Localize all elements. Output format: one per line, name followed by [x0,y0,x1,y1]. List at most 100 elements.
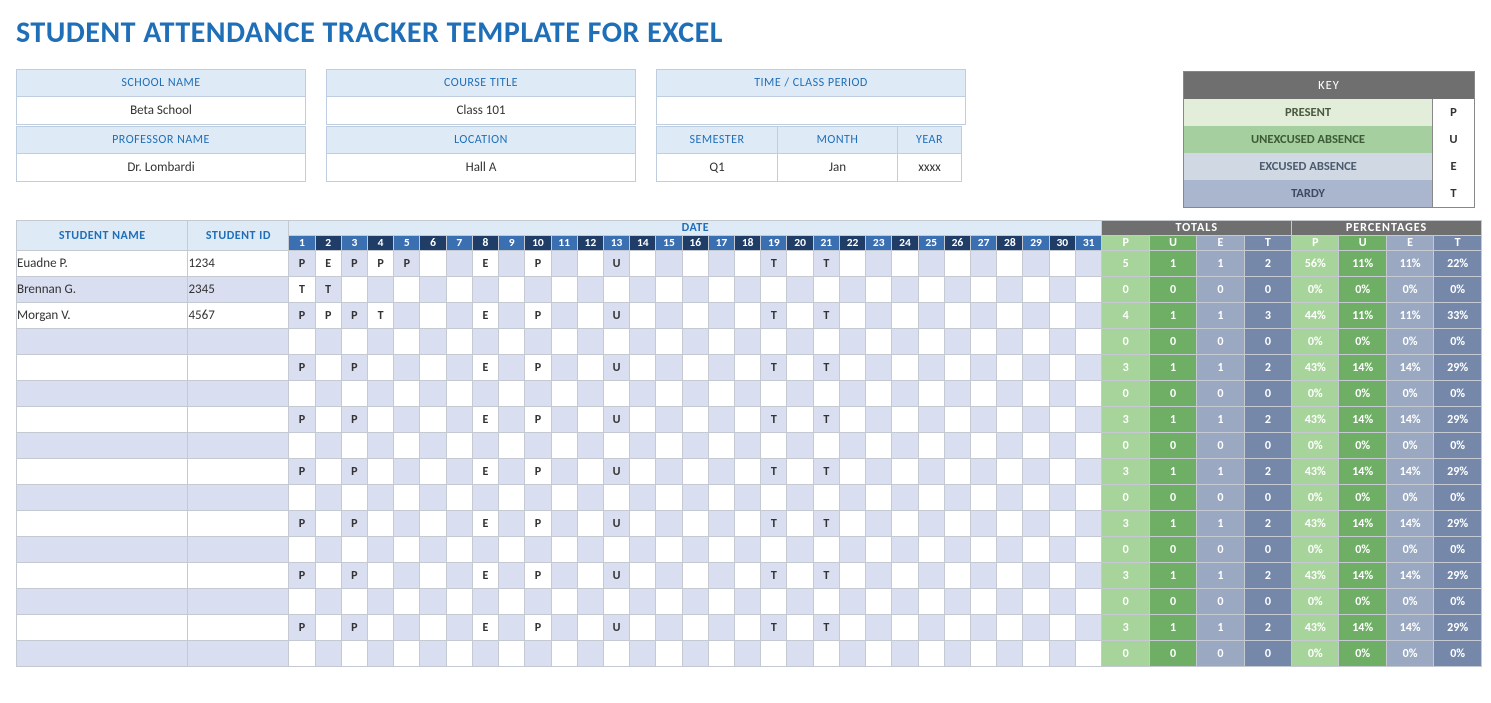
att-cell[interactable]: P [394,251,420,277]
att-cell[interactable]: U [603,511,629,537]
att-cell[interactable] [656,433,682,459]
att-cell[interactable] [892,459,918,485]
att-cell[interactable] [603,433,629,459]
att-cell[interactable]: T [813,563,839,589]
att-cell[interactable] [892,615,918,641]
att-cell[interactable] [892,355,918,381]
att-cell[interactable]: T [761,511,787,537]
att-cell[interactable] [446,485,472,511]
att-cell[interactable]: P [315,303,341,329]
att-cell[interactable]: P [341,251,367,277]
att-cell[interactable]: P [341,407,367,433]
att-cell[interactable]: E [472,615,498,641]
att-cell[interactable] [446,537,472,563]
att-cell[interactable] [1023,277,1049,303]
att-cell[interactable] [341,485,367,511]
att-cell[interactable] [394,329,420,355]
att-cell[interactable] [499,381,525,407]
att-cell[interactable] [367,615,393,641]
att-cell[interactable] [551,303,577,329]
att-cell[interactable]: T [761,615,787,641]
att-cell[interactable] [735,433,761,459]
att-cell[interactable] [656,251,682,277]
att-cell[interactable] [341,589,367,615]
att-cell[interactable] [1023,537,1049,563]
att-cell[interactable] [446,407,472,433]
att-cell[interactable] [944,511,970,537]
att-cell[interactable] [420,511,446,537]
att-cell[interactable] [577,615,603,641]
att-cell[interactable]: P [341,615,367,641]
att-cell[interactable] [1075,641,1102,667]
att-cell[interactable] [315,329,341,355]
att-cell[interactable] [394,641,420,667]
att-cell[interactable] [656,303,682,329]
att-cell[interactable] [997,563,1023,589]
att-cell[interactable] [892,433,918,459]
att-cell[interactable] [997,433,1023,459]
att-cell[interactable]: T [813,511,839,537]
att-cell[interactable] [1049,277,1075,303]
att-cell[interactable] [551,329,577,355]
student-id[interactable] [188,485,289,511]
att-cell[interactable] [708,355,734,381]
att-cell[interactable] [1075,511,1102,537]
att-cell[interactable] [971,303,997,329]
att-cell[interactable] [630,251,656,277]
att-cell[interactable] [367,537,393,563]
att-cell[interactable] [997,251,1023,277]
att-cell[interactable] [892,381,918,407]
att-cell[interactable] [630,537,656,563]
student-id[interactable] [188,615,289,641]
att-cell[interactable] [1075,615,1102,641]
att-cell[interactable] [971,459,997,485]
att-cell[interactable]: T [315,277,341,303]
att-cell[interactable]: T [761,459,787,485]
att-cell[interactable] [577,511,603,537]
att-cell[interactable] [630,277,656,303]
att-cell[interactable] [577,407,603,433]
student-name[interactable] [17,433,188,459]
att-cell[interactable] [525,277,551,303]
att-cell[interactable] [839,329,865,355]
att-cell[interactable] [813,381,839,407]
att-cell[interactable]: U [603,251,629,277]
att-cell[interactable] [997,511,1023,537]
att-cell[interactable] [866,563,892,589]
att-cell[interactable] [892,303,918,329]
att-cell[interactable] [656,459,682,485]
att-cell[interactable] [551,277,577,303]
att-cell[interactable] [551,433,577,459]
att-cell[interactable] [630,433,656,459]
att-cell[interactable]: P [525,407,551,433]
att-cell[interactable] [708,615,734,641]
att-cell[interactable] [1075,485,1102,511]
att-cell[interactable] [394,459,420,485]
att-cell[interactable] [1075,251,1102,277]
att-cell[interactable] [315,511,341,537]
att-cell[interactable] [603,329,629,355]
att-cell[interactable] [446,589,472,615]
att-cell[interactable] [577,381,603,407]
att-cell[interactable] [761,329,787,355]
att-cell[interactable] [341,641,367,667]
att-cell[interactable] [866,485,892,511]
att-cell[interactable] [682,407,708,433]
att-cell[interactable] [839,563,865,589]
att-cell[interactable] [918,277,944,303]
att-cell[interactable]: T [813,615,839,641]
att-cell[interactable] [367,381,393,407]
att-cell[interactable] [839,277,865,303]
student-name[interactable] [17,589,188,615]
att-cell[interactable]: E [472,303,498,329]
att-cell[interactable] [499,511,525,537]
att-cell[interactable] [1049,589,1075,615]
att-cell[interactable] [682,381,708,407]
att-cell[interactable] [394,615,420,641]
att-cell[interactable] [367,641,393,667]
att-cell[interactable] [1023,563,1049,589]
att-cell[interactable] [1023,589,1049,615]
student-name[interactable] [17,537,188,563]
att-cell[interactable] [918,511,944,537]
att-cell[interactable] [839,511,865,537]
